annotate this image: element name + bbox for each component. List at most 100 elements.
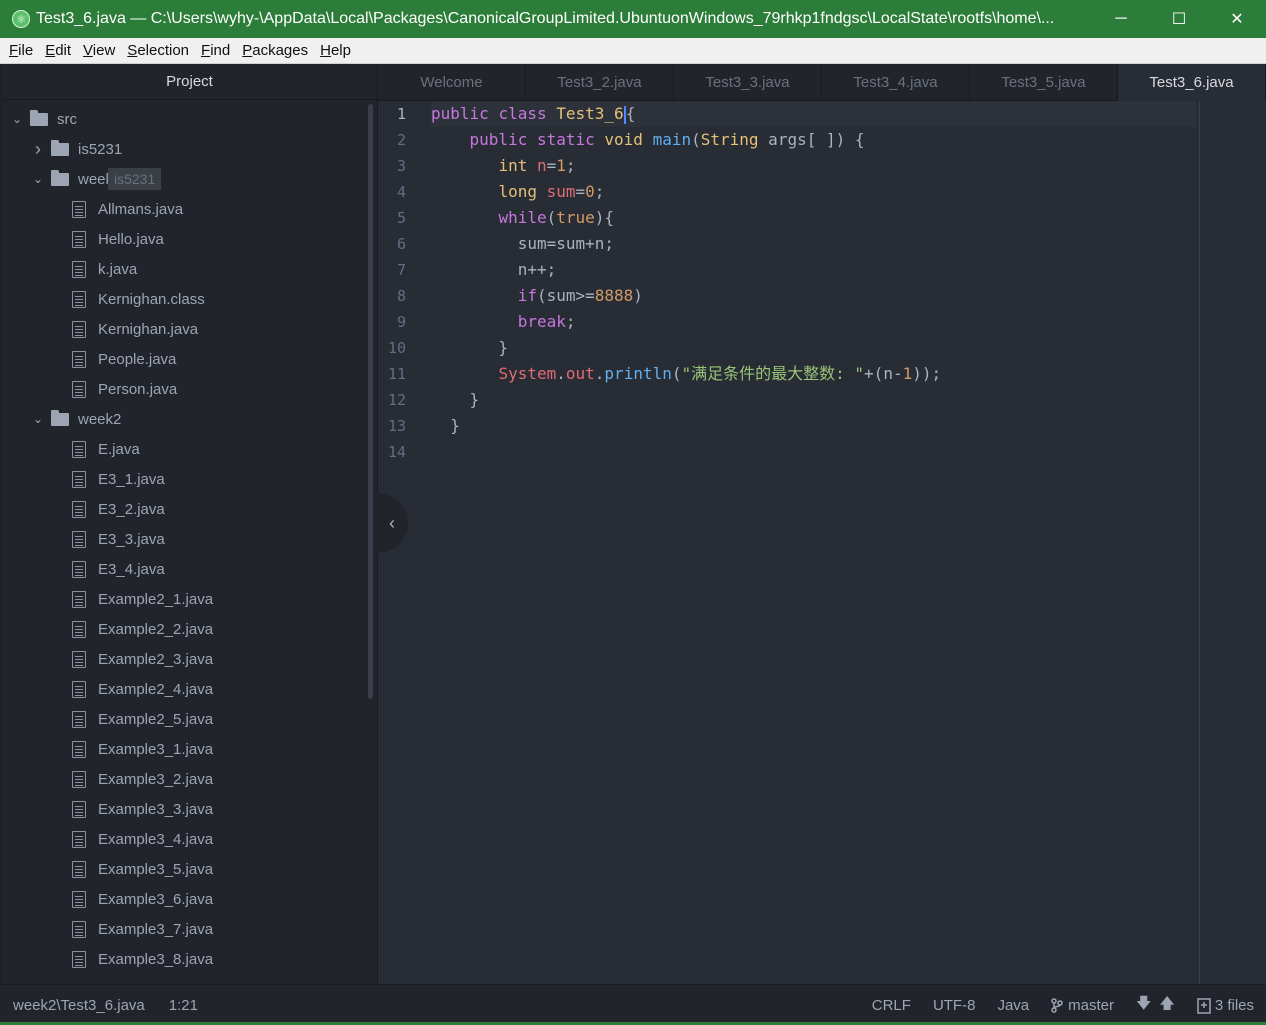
tree-file[interactable]: E3_3.java [2, 524, 368, 554]
code-line[interactable]: public static void main(String args[ ]) … [431, 127, 1196, 153]
tab-welcome[interactable]: Welcome [378, 64, 526, 101]
chevron-down-icon[interactable]: ⌄ [10, 112, 24, 126]
code-token: String [700, 130, 759, 149]
code-token: main [652, 130, 692, 149]
tree-file[interactable]: People.java [2, 344, 368, 374]
code-token: public [431, 104, 489, 123]
code-line[interactable] [431, 439, 1196, 465]
code-line[interactable]: } [431, 387, 1196, 413]
code-line[interactable]: sum=sum+n; [431, 231, 1196, 257]
code-line[interactable]: if(sum>=8888) [431, 283, 1196, 309]
menu-file[interactable]: File [4, 42, 38, 59]
minimize-button[interactable]: ─ [1092, 0, 1150, 38]
tree-item-label: E3_1.java [98, 470, 165, 488]
file-text-icon [72, 260, 86, 278]
code-line[interactable]: break; [431, 309, 1196, 335]
tree-file[interactable]: Kernighan.java [2, 314, 368, 344]
arrow-down-icon[interactable]: 🡇 [1136, 993, 1151, 1018]
tree-item-label: is5231 [78, 140, 123, 158]
tree-file[interactable]: k.java [2, 254, 368, 284]
tree-file[interactable]: E3_2.java [2, 494, 368, 524]
status-files[interactable]: 3 files [1197, 997, 1254, 1014]
tree-file[interactable]: Example2_5.java [2, 704, 368, 734]
code-line[interactable]: } [431, 335, 1196, 361]
menu-help[interactable]: Help [315, 42, 356, 59]
code-area[interactable]: public class Test3_6{ public static void… [431, 101, 1196, 465]
tree-file[interactable]: Example3_4.java [2, 824, 368, 854]
status-grammar[interactable]: Java [997, 997, 1029, 1014]
file-text-icon [72, 470, 86, 488]
tree-file[interactable]: E3_1.java [2, 464, 368, 494]
code-line[interactable]: System.out.println("满足条件的最大整数: "+(n-1)); [431, 361, 1196, 387]
code-editor[interactable]: 1 2 3 4 5 6 7 8 9 10 11 12 13 14 public class Test3_6… [376, 101, 1266, 984]
tree-file[interactable]: Allmans.java [2, 194, 368, 224]
code-line[interactable]: long sum=0; [431, 179, 1196, 205]
menu-view[interactable]: View [78, 42, 120, 59]
tree-item-label: E3_4.java [98, 560, 165, 578]
code-line[interactable]: n++; [431, 257, 1196, 283]
code-token: break [517, 312, 566, 331]
tree-file[interactable]: E.java [2, 434, 368, 464]
close-button[interactable]: ✕ [1208, 0, 1266, 38]
tree-file[interactable]: Hello.java [2, 224, 368, 254]
tree-folder-is5231[interactable]: › is5231 [2, 134, 368, 164]
tab-test3-4-java[interactable]: Test3_4.java [822, 64, 970, 101]
tree-file[interactable]: Example3_2.java [2, 764, 368, 794]
tree-item-label: Example3_3.java [98, 800, 214, 818]
maximize-button[interactable]: ☐ [1150, 0, 1208, 38]
editor-tabs: Welcome Test3_2.java Test3_3.java Test3_4.j… [378, 64, 1266, 101]
project-panel-title: Project [2, 64, 377, 100]
tree-file[interactable]: Example3_5.java [2, 854, 368, 884]
menu-edit[interactable]: Edit [40, 42, 76, 59]
code-token: static [536, 130, 595, 149]
tree-file[interactable]: Example2_3.java [2, 644, 368, 674]
chevron-right-icon[interactable]: › [31, 139, 45, 160]
menu-find[interactable]: Find [196, 42, 235, 59]
tree-file[interactable]: Example2_4.java [2, 674, 368, 704]
code-token: class [498, 104, 547, 123]
menu-selection[interactable]: Selection [122, 42, 194, 59]
tab-test3-6-java[interactable]: Test3_6.java [1118, 64, 1266, 101]
tree-file[interactable]: Example3_3.java [2, 794, 368, 824]
status-encoding[interactable]: UTF-8 [933, 997, 976, 1014]
tree-file[interactable]: Person.java [2, 374, 368, 404]
tab-test3-3-java[interactable]: Test3_3.java [674, 64, 822, 101]
status-cursor-position[interactable]: 1:21 [169, 997, 198, 1014]
menu-packages[interactable]: Packages [237, 42, 313, 59]
tree-item-label: Example2_2.java [98, 620, 214, 638]
sidebar-scrollbar[interactable] [368, 104, 373, 699]
tree-file[interactable]: Kernighan.class [2, 284, 368, 314]
code-token: 1 [556, 156, 566, 175]
code-line[interactable]: while(true){ [431, 205, 1196, 231]
tab-test3-2-java[interactable]: Test3_2.java [526, 64, 674, 101]
tree-folder-week2[interactable]: ⌄ week2 [2, 404, 368, 434]
code-line[interactable]: } [431, 413, 1196, 439]
tree-file[interactable]: E3_4.java [2, 554, 368, 584]
status-line-ending[interactable]: CRLF [872, 997, 911, 1014]
arrow-up-icon[interactable]: 🡅 [1159, 993, 1174, 1018]
tree-file[interactable]: Example2_2.java [2, 614, 368, 644]
tree-file[interactable]: Example3_6.java [2, 884, 368, 914]
code-line[interactable]: int n=1; [431, 153, 1196, 179]
tree-folder-src[interactable]: ⌄ src [2, 104, 368, 134]
status-file-path[interactable]: week2\Test3_6.java [13, 997, 145, 1014]
file-text-icon [72, 740, 86, 758]
tree-item-label: Example2_1.java [98, 590, 214, 608]
code-line[interactable]: public class Test3_6{ [431, 101, 1196, 127]
tree-folder-week1[interactable]: ⌄ week1 [2, 164, 368, 194]
status-branch[interactable]: master [1051, 997, 1114, 1014]
tree-file[interactable]: Example3_7.java [2, 914, 368, 944]
chevron-down-icon[interactable]: ⌄ [31, 412, 45, 426]
tree-file[interactable]: Example3_8.java [2, 944, 368, 974]
code-token: 1 [902, 364, 913, 383]
code-token: 0 [585, 182, 595, 201]
tree-file[interactable]: Example2_1.java [2, 584, 368, 614]
tree-item-label: Kernighan.class [98, 290, 205, 308]
code-token: if [517, 286, 537, 305]
tab-test3-5-java[interactable]: Test3_5.java [970, 64, 1118, 101]
chevron-down-icon[interactable]: ⌄ [31, 172, 45, 186]
tree-item-label: Example2_5.java [98, 710, 214, 728]
tree-file[interactable]: Example3_1.java [2, 734, 368, 764]
git-fetch-arrows[interactable]: 🡇 🡅 [1136, 993, 1175, 1018]
